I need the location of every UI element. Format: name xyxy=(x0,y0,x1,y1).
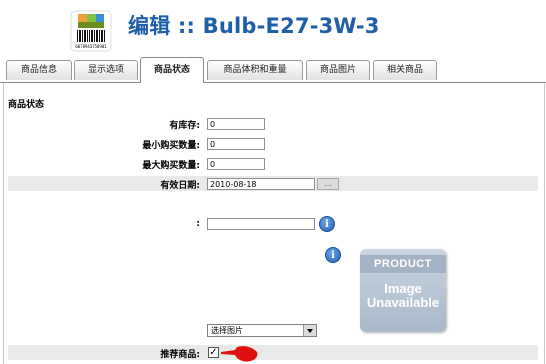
tab-related-products[interactable]: 相关商品 xyxy=(373,60,437,80)
tab-volume-weight[interactable]: 商品体积和重量 xyxy=(207,60,303,80)
svg-text:6078943758901: 6078943758901 xyxy=(75,44,107,49)
stock-input[interactable]: 0 xyxy=(207,118,265,130)
min-qty-input[interactable]: 0 xyxy=(207,138,265,150)
tab-product-info[interactable]: 商品信息 xyxy=(6,60,72,80)
date-picker-button[interactable]: ... xyxy=(317,178,339,190)
min-qty-label: 最小购买数量: xyxy=(142,141,200,151)
unnamed-field-input[interactable] xyxy=(207,218,315,230)
max-qty-label: 最大购买数量: xyxy=(142,161,200,171)
info-icon[interactable]: i xyxy=(325,247,341,263)
stock-label: 有库存: xyxy=(169,121,200,131)
placeholder-line-unavailable: Unavailable xyxy=(366,295,440,310)
info-icon[interactable]: i xyxy=(319,216,335,232)
tab-bar: 商品信息 显示选项 商品状态 商品体积和重量 商品图片 相关商品 xyxy=(0,56,546,84)
product-logo-icon: 6078943758901 xyxy=(70,10,112,52)
image-select-value: 选择图片 xyxy=(211,326,243,335)
max-qty-input[interactable]: 0 xyxy=(207,158,265,170)
tab-product-status[interactable]: 商品状态 xyxy=(140,57,204,83)
date-input[interactable]: 2010-08-18 xyxy=(207,178,315,190)
date-label: 有效日期: xyxy=(160,181,200,191)
featured-label: 推荐商品: xyxy=(160,350,200,360)
product-image-placeholder: PRODUCT Image Unavailable xyxy=(360,249,446,332)
red-arrow-annotation-icon xyxy=(221,346,258,362)
page-title: 编辑 :: Bulb-E27-3W-3 xyxy=(128,14,380,38)
image-select[interactable]: 选择图片 xyxy=(207,324,317,337)
featured-row-background xyxy=(8,345,538,360)
unnamed-field-label: : xyxy=(196,219,200,229)
featured-checkbox[interactable]: ✓ xyxy=(208,347,219,358)
tab-product-images[interactable]: 商品图片 xyxy=(306,60,370,80)
section-title: 商品状态 xyxy=(8,100,45,110)
tab-display-options[interactable]: 显示选项 xyxy=(74,60,138,80)
chevron-down-icon[interactable] xyxy=(303,325,316,336)
placeholder-heading: PRODUCT xyxy=(360,255,446,273)
placeholder-line-image: Image xyxy=(384,281,422,296)
